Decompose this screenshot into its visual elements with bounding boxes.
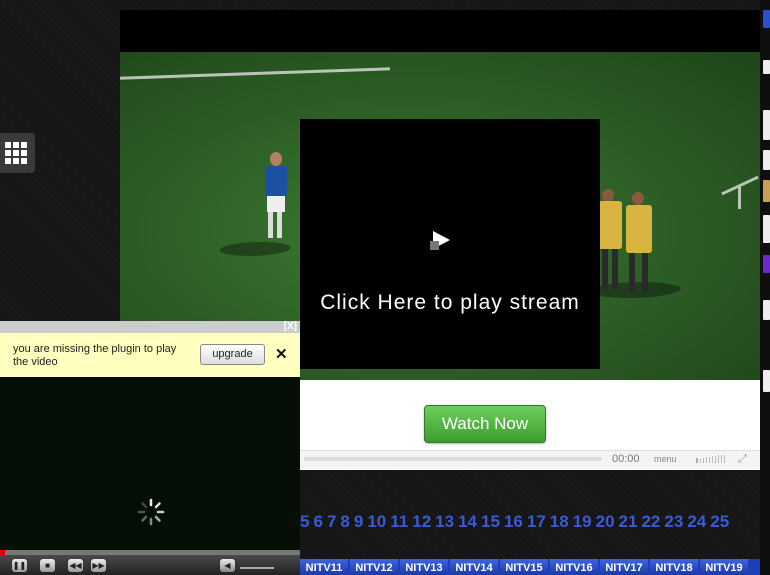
pause-icon[interactable]: ❚❚	[12, 559, 27, 572]
loading-spinner-icon	[137, 498, 165, 526]
warning-message: you are missing the plugin to play the v…	[13, 343, 177, 368]
seek-bar[interactable]	[304, 457, 602, 461]
page-number-link[interactable]: 16	[504, 512, 523, 532]
pitch-line	[738, 187, 741, 209]
page-number-link[interactable]: 19	[573, 512, 592, 532]
player-top-bar	[120, 10, 760, 52]
channel-tab[interactable]: NITV15	[500, 559, 548, 575]
cursor-icon	[430, 241, 439, 250]
player-control-bar: 00:00 menu ⤢	[300, 450, 760, 469]
previous-icon[interactable]: ◀◀	[68, 559, 83, 572]
page-number-link[interactable]: 9	[354, 512, 363, 532]
page-number-link[interactable]: 5	[300, 512, 309, 532]
page-number-link[interactable]: 20	[596, 512, 615, 532]
channel-tab-row: NITV11 NITV12 NITV13 NITV14 NITV15 NITV16 NITV…	[300, 559, 760, 575]
page-number-link[interactable]: 12	[412, 512, 431, 532]
volume-slider[interactable]	[240, 559, 274, 569]
fullscreen-icon[interactable]: ⤢	[738, 453, 747, 466]
channel-tab[interactable]: NITV17	[600, 559, 648, 575]
right-sidebar-strip	[760, 0, 770, 575]
page-number-link[interactable]: 7	[327, 512, 336, 532]
channel-tab[interactable]: NITV18	[650, 559, 698, 575]
channel-tab[interactable]: NITV14	[450, 559, 498, 575]
next-icon[interactable]: ▶▶	[91, 559, 106, 572]
channel-tab[interactable]: NITV19	[700, 559, 748, 575]
dismiss-warning-button[interactable]: ✕	[275, 345, 288, 363]
time-display: 00:00	[612, 453, 640, 465]
stop-icon[interactable]: ■	[40, 559, 55, 572]
page-number-link[interactable]: 13	[435, 512, 454, 532]
play-stream-link[interactable]: Click Here to play stream	[300, 291, 600, 315]
channel-tab[interactable]: NITV11	[300, 559, 348, 575]
volume-icon[interactable]	[696, 455, 728, 465]
page-number-link[interactable]: 10	[367, 512, 386, 532]
apps-grid-button[interactable]	[0, 133, 35, 173]
plugin-title-bar: [X]	[0, 321, 300, 333]
upgrade-button[interactable]: upgrade	[200, 344, 265, 365]
grid-icon	[5, 142, 11, 148]
footballer-blue	[262, 152, 290, 242]
plugin-close-button[interactable]: [X]	[284, 321, 297, 332]
page-number-link[interactable]: 21	[619, 512, 638, 532]
mute-icon[interactable]: ◀	[220, 559, 235, 572]
page-number-link[interactable]: 15	[481, 512, 500, 532]
play-stream-overlay[interactable]: Click Here to play stream	[300, 119, 600, 369]
footballers-yellow	[598, 187, 658, 302]
watch-now-panel: Watch Now 00:00 menu ⤢	[300, 380, 760, 470]
page-number-link[interactable]: 11	[390, 512, 408, 532]
page-number-row: 5 6 7 8 9 10 11 12 13 14 15 16 17 18 19 20 21 22 23 24 25	[300, 512, 760, 536]
pitch-line	[120, 67, 390, 80]
page-number-link[interactable]: 24	[687, 512, 706, 532]
channel-tab[interactable]: NITV16	[550, 559, 598, 575]
page-number-link[interactable]: 23	[664, 512, 683, 532]
page-number-link[interactable]: 14	[458, 512, 477, 532]
watch-now-button[interactable]: Watch Now	[424, 405, 546, 443]
page-number-link[interactable]: 18	[550, 512, 569, 532]
page-number-link[interactable]: 22	[641, 512, 660, 532]
player-shadow	[214, 242, 296, 256]
channel-tab[interactable]: NITV13	[400, 559, 448, 575]
page-number-link[interactable]: 6	[313, 512, 322, 532]
plugin-video-player: [X] you are missing the plugin to play t…	[0, 321, 300, 575]
channel-tab[interactable]: NITV12	[350, 559, 398, 575]
menu-button[interactable]: menu	[654, 454, 677, 464]
page-number-link[interactable]: 25	[710, 512, 729, 532]
missing-plugin-warning: you are missing the plugin to play the v…	[0, 333, 300, 377]
plugin-controls: ❚❚ ■ ◀◀ ▶▶ ◀	[0, 555, 300, 575]
page-number-link[interactable]: 17	[527, 512, 546, 532]
plugin-video-area[interactable]	[0, 377, 300, 547]
page-number-link[interactable]: 8	[340, 512, 349, 532]
